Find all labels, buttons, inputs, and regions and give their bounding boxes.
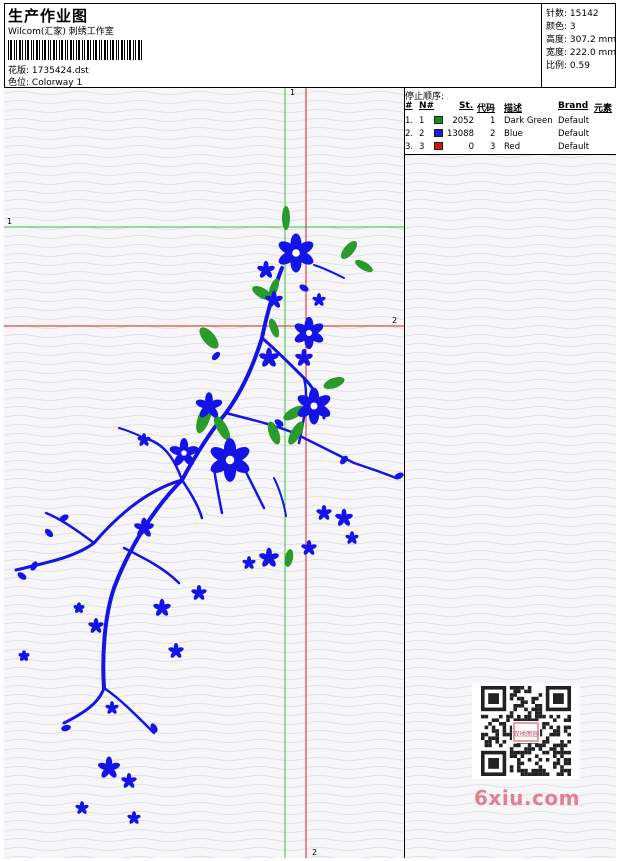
color-swatch-red — [434, 142, 443, 150]
row-stitches: 2052 — [452, 116, 474, 126]
stat-width: 宽度: 222.0 mm — [546, 48, 617, 58]
colorway-line: 色位: Colorway 1 — [8, 75, 82, 88]
col-brand: Brand — [558, 101, 589, 111]
stat-height: 高度: 307.2 mm — [546, 35, 617, 45]
row-code: 2 — [490, 129, 496, 139]
row-brand: Default — [558, 116, 590, 126]
row-code: 1 — [490, 116, 496, 126]
green-guide-label-top: 1 — [290, 88, 296, 97]
red-guide-label-right: 2 — [392, 316, 398, 325]
row-num: 2. — [405, 129, 414, 139]
colorway-value: Colorway 1 — [31, 78, 83, 88]
color-swatch-dark-green — [434, 116, 443, 124]
row-desc: Dark Green — [504, 116, 553, 126]
col-code: 代码 — [477, 104, 496, 114]
row-desc: Red — [504, 142, 521, 152]
col-element: 元素 — [594, 104, 613, 114]
col-hash: # — [405, 101, 413, 111]
row-n: 2 — [419, 129, 425, 139]
col-n: N# — [419, 101, 435, 111]
row-code: 3 — [490, 142, 496, 152]
site-watermark: 6xiu.com — [474, 786, 580, 810]
embroidery-artwork — [4, 88, 404, 858]
studio-subtitle: Wilcom(汇家) 刺绣工作室 — [8, 27, 114, 37]
green-guide-label-left: 1 — [7, 217, 13, 226]
row-desc: Blue — [504, 129, 523, 139]
row-brand: Default — [558, 142, 590, 152]
stat-colors: 颜色: 3 — [546, 22, 576, 32]
row-stitches: 13088 — [446, 129, 474, 139]
row-brand: Default — [558, 129, 590, 139]
row-num: 1. — [405, 116, 414, 126]
row-num: 3. — [405, 142, 414, 152]
design-preview: 1 1 2 2 — [4, 88, 405, 858]
table-divider — [405, 154, 616, 155]
header-info: 生产作业图 Wilcom(汇家) 刺绣工作室 花版: 1735424.dst 色… — [4, 3, 542, 88]
row-n: 1 — [419, 116, 425, 126]
row-stitches: 0 — [468, 142, 474, 152]
colorway-label: 色位: — [8, 78, 30, 88]
red-guide-label-bottom: 2 — [312, 848, 318, 857]
qr-code: 双绣图园 — [472, 683, 580, 779]
row-n: 3 — [419, 142, 425, 152]
stat-scale: 比例: 0.59 — [546, 61, 590, 71]
stat-stitches: 针数: 15142 — [546, 9, 599, 19]
stats-panel: 针数: 15142 颜色: 3 高度: 307.2 mm 宽度: 222.0 m… — [542, 3, 616, 88]
color-swatch-blue — [434, 129, 443, 137]
barcode-image — [8, 40, 142, 60]
qr-stamp-text: 双绣图园 — [513, 729, 539, 738]
col-desc: 描述 — [504, 104, 523, 114]
page-title: 生产作业图 — [8, 7, 89, 25]
col-stitches: St. — [459, 101, 474, 111]
